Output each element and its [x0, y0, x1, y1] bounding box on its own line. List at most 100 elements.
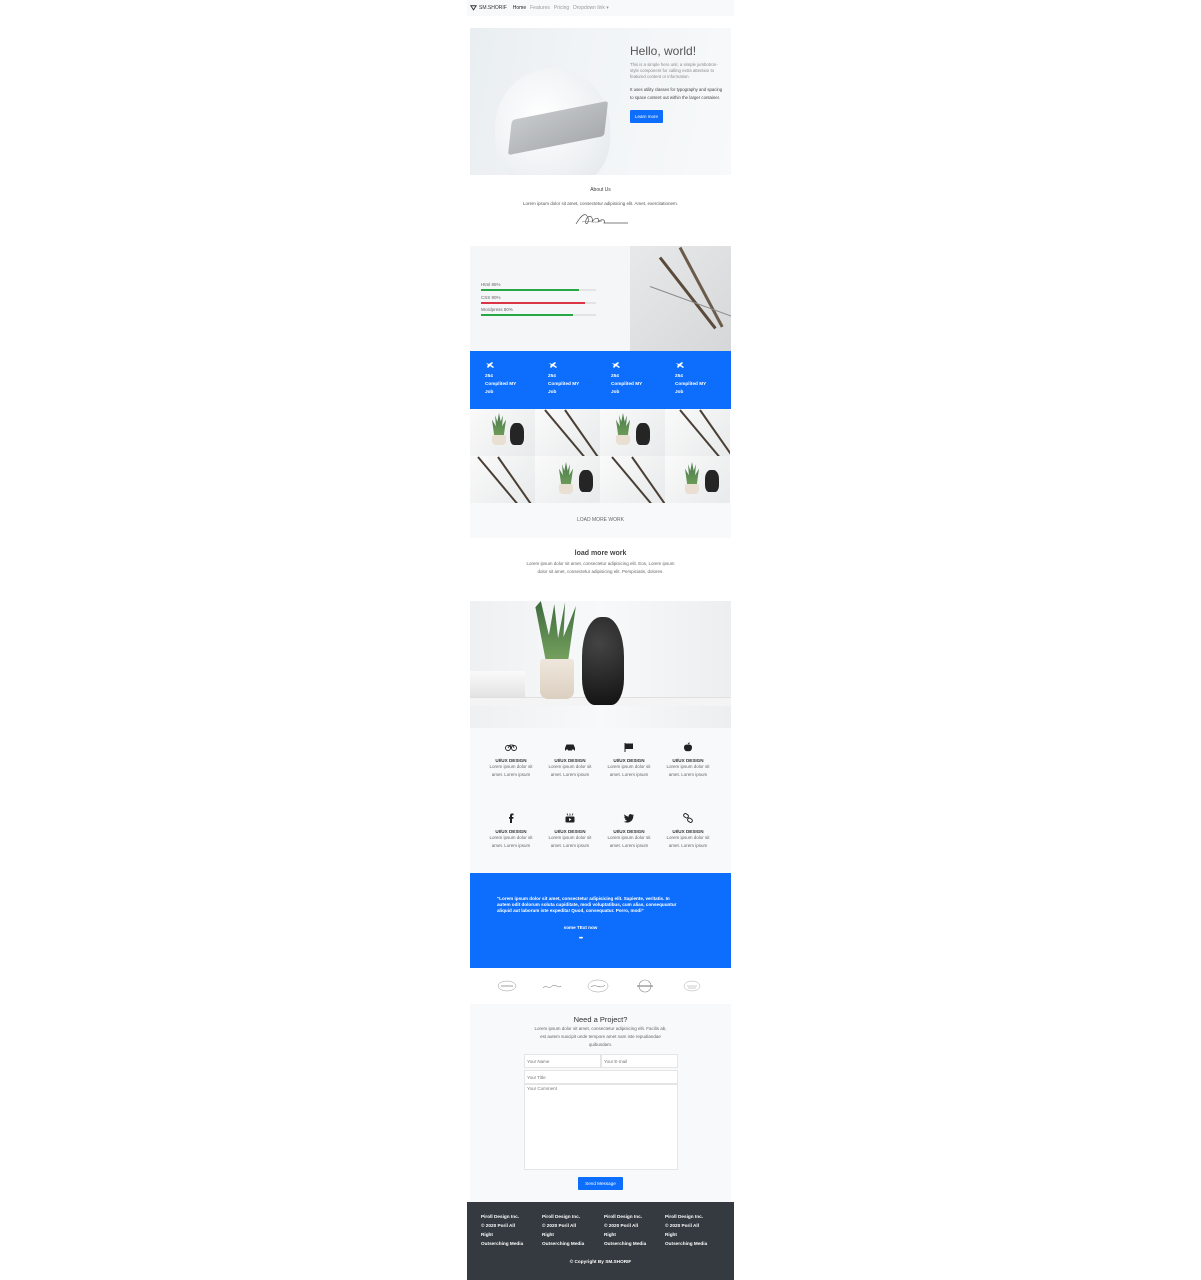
hero-lead: This is a simple hero unit, a simple jum… [630, 62, 718, 79]
service-text: Lorem ipsum dolor sit amet. Lorem ipsum [607, 764, 651, 777]
contact-section: Need a Project? Lorem ipsum dolor sit am… [470, 1004, 731, 1202]
brand[interactable]: SM.SHORIF [470, 5, 507, 11]
footer-text: © 2020 Poril All [665, 1223, 700, 1228]
skill-track [481, 314, 596, 316]
signature-image [575, 214, 628, 225]
plane-icon [549, 362, 557, 368]
testimonial-section: "Lorem ipsum dolor sit amet, consectetur… [470, 873, 731, 968]
service-item: UI/UX DESIGN Lorem ipsum dolor sit amet.… [604, 739, 654, 779]
footer-column: Piroll Design Inc. © 2020 Poril All Righ… [604, 1212, 656, 1248]
nav-link-pricing[interactable]: Pricing [554, 5, 569, 11]
stat-item: 254 Complited MY Job [485, 361, 529, 396]
footer-text: © 2020 Poril All [542, 1223, 577, 1228]
skill-wordpress: Wordpress 80% [481, 307, 596, 316]
hero-paragraph: It uses utility classes for typography a… [630, 87, 723, 100]
about-title: About Us [590, 187, 611, 193]
gallery-image-pens[interactable] [470, 456, 535, 503]
footer-column: Piroll Design Inc. © 2020 Poril All Righ… [665, 1212, 717, 1248]
title-input[interactable] [524, 1070, 678, 1084]
stat-label: Complited MY [485, 381, 517, 386]
footer-text: Outserching Media [665, 1241, 708, 1246]
footer-text: Right [665, 1232, 677, 1237]
footer-company: Piroll Design Inc. [481, 1214, 520, 1219]
nav-link-dropdown[interactable]: Dropdown link ▾ [573, 5, 609, 11]
gallery-image-pens[interactable] [665, 409, 730, 456]
stat-number: 254 [675, 373, 683, 378]
nav-link-features[interactable]: Features [530, 5, 550, 11]
service-text: Lorem ipsum dolor sit amet. Lorem ipsum [548, 764, 592, 777]
comment-textarea[interactable] [524, 1084, 678, 1170]
service-item: UI/UX DESIGN Lorem ipsum dolor sit amet.… [545, 739, 595, 779]
skill-html: Html 85% [481, 282, 596, 291]
learn-more-button[interactable]: Learn more [630, 110, 664, 123]
lucky-cat-image [582, 617, 624, 705]
plane-icon [676, 362, 684, 368]
name-input[interactable] [524, 1054, 601, 1068]
email-input[interactable] [601, 1054, 678, 1068]
service-text: Lorem ipsum dolor sit amet. Lorem ipsum [489, 764, 533, 777]
stat-item: 254 Complited MY Job [548, 361, 592, 396]
stat-label-2: Job [611, 389, 620, 394]
load-more-button[interactable]: LOAD MORE WORK [470, 503, 731, 538]
nav-link-home[interactable]: Home [513, 5, 526, 11]
services-section: UI/UX DESIGN Lorem ipsum dolor sit amet.… [470, 728, 731, 873]
footer-text: © 2020 Poril All [481, 1223, 516, 1228]
carousel-dots[interactable]: ••• [470, 936, 691, 942]
stat-number: 254 [548, 373, 556, 378]
gallery-image-pens[interactable] [535, 409, 600, 456]
hero-text: Hello, world! This is a simple hero unit… [630, 44, 725, 123]
send-message-button[interactable]: Send Message [578, 1177, 623, 1190]
skill-css: CSS 90% [481, 295, 596, 304]
plant-image [535, 601, 576, 663]
hero-title: Hello, world! [630, 44, 697, 58]
client-logo [637, 979, 653, 993]
gallery-image-plant-cat[interactable] [665, 456, 730, 503]
contact-title: Need a Project? [573, 1015, 628, 1024]
flag-icon [624, 743, 633, 752]
desk-image [630, 246, 731, 351]
gallery-image-plant-cat[interactable] [535, 456, 600, 503]
books-image [470, 671, 525, 697]
skill-track [481, 302, 596, 304]
service-text: Lorem ipsum dolor sit amet. Lorem ipsum [548, 835, 592, 848]
gallery-image-pens[interactable] [600, 456, 665, 503]
skill-bar-fill [481, 302, 585, 304]
footer-text: Right [481, 1232, 493, 1237]
stat-item: 254 Complited MY Job [675, 361, 719, 396]
footer: Piroll Design Inc. © 2020 Poril All Righ… [467, 1202, 734, 1280]
plane-icon [486, 362, 494, 368]
footer-text: Outserching Media [604, 1241, 647, 1246]
portfolio-gallery [470, 409, 731, 503]
footer-column: Piroll Design Inc. © 2020 Poril All Righ… [481, 1212, 533, 1248]
gallery-image-plant-cat[interactable] [600, 409, 665, 456]
page: SM.SHORIF Home Features Pricing Dropdown… [467, 0, 734, 1280]
footer-column: Piroll Design Inc. © 2020 Poril All Righ… [542, 1212, 594, 1248]
client-logo [497, 980, 517, 992]
stat-number: 254 [611, 373, 619, 378]
skills-section: Html 85% CSS 90% Wordpress 80% [470, 246, 731, 351]
copyright: © Copyright By SM.SHORIF [569, 1259, 632, 1264]
client-logo [542, 984, 562, 989]
pot-image [540, 659, 574, 699]
stat-label: Complited MY [548, 381, 580, 386]
footer-text: Outserching Media [481, 1241, 524, 1246]
footer-text: Outserching Media [542, 1241, 585, 1246]
skill-bar-fill [481, 314, 573, 316]
skill-label: Wordpress 80% [481, 307, 513, 312]
stat-label-2: Job [485, 389, 494, 394]
footer-text: © 2020 Poril All [604, 1223, 639, 1228]
service-item: UI/UX DESIGN Lorem ipsum dolor sit amet.… [663, 810, 713, 850]
client-logos [470, 968, 731, 1004]
service-item: UI/UX DESIGN Lorem ipsum dolor sit amet.… [545, 810, 595, 850]
skill-label: Html 85% [481, 282, 501, 287]
twitter-icon [623, 814, 634, 823]
stat-number: 254 [485, 373, 493, 378]
skill-track [481, 289, 596, 291]
gallery-image-plant-cat[interactable] [470, 409, 535, 456]
brand-name: SM.SHORIF [479, 5, 507, 11]
nav-links: Home Features Pricing Dropdown link ▾ [513, 5, 613, 11]
plane-icon [612, 362, 620, 368]
navbar: SM.SHORIF Home Features Pricing Dropdown… [467, 0, 734, 16]
footer-text: Right [604, 1232, 616, 1237]
about-text: Lorem ipsum dolor sit amet, consectetur … [522, 201, 679, 206]
